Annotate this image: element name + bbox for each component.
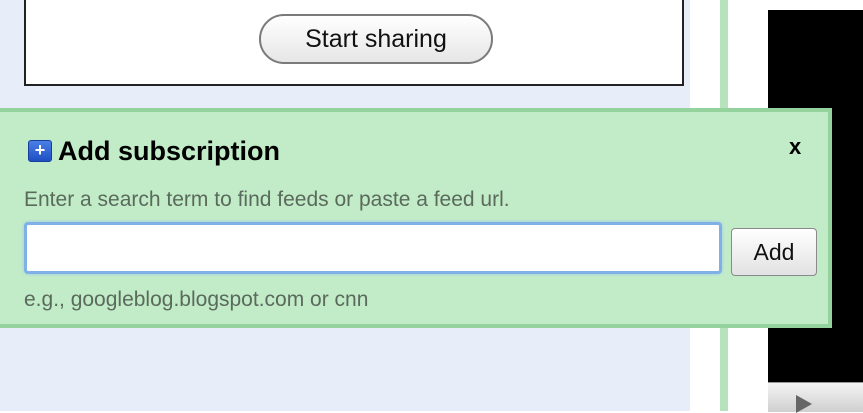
popup-title: Add subscription: [58, 136, 280, 166]
share-box: Start sharing: [24, 0, 684, 86]
add-subscription-popup: + Add subscription x Enter a search term…: [0, 108, 832, 328]
video-controls: [768, 382, 863, 413]
popup-hint: Enter a search term to find feeds or pas…: [24, 188, 510, 211]
start-sharing-button[interactable]: Start sharing: [259, 14, 493, 64]
feed-search-input[interactable]: [24, 222, 722, 274]
play-icon[interactable]: [796, 395, 812, 413]
example-text: e.g., googleblog.blogspot.com or cnn: [24, 288, 369, 311]
add-button[interactable]: Add: [731, 228, 817, 276]
close-icon[interactable]: x: [789, 134, 801, 160]
plus-icon: +: [28, 140, 52, 162]
